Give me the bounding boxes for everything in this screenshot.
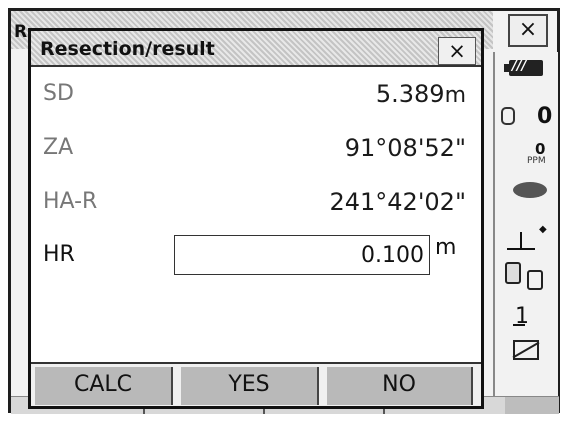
ha-r-value: 241°42'02" [329, 188, 466, 216]
dialog-close-button[interactable]: × [438, 37, 476, 65]
input-mode-indicator: 1 [515, 304, 529, 329]
battery-icon: /// [504, 59, 543, 76]
hr-label: HR [43, 242, 75, 267]
background-title-fragment: R [14, 22, 28, 42]
background-softkey-right[interactable] [505, 397, 559, 414]
prism-constant: 0 [537, 104, 553, 129]
ha-r-label: HA-R [43, 189, 98, 214]
tilt-icon: ◆ [507, 224, 547, 250]
softkey-bar: CALC YES NO [31, 362, 481, 406]
hr-input[interactable]: 0.100 [174, 235, 430, 275]
hr-row: HR 0.100 m [31, 231, 481, 275]
target-icon [513, 182, 547, 198]
za-row: ZA 91°08'52" [31, 127, 481, 171]
dialog-title-bar: Resection/result × [31, 31, 481, 67]
dialog-title: Resection/result [40, 38, 215, 60]
ppm-label: PPM [527, 156, 546, 166]
resection-result-dialog: Resection/result × SD 5.389m ZA 91°08'52… [28, 28, 484, 409]
communication-icon [505, 262, 549, 292]
sd-row: SD 5.389m [31, 73, 481, 117]
background-close-button[interactable]: × [508, 14, 548, 47]
calc-button[interactable]: CALC [35, 367, 173, 405]
za-value: 91°08'52" [344, 134, 466, 162]
ha-r-row: HA-R 241°42'02" [31, 181, 481, 225]
status-sidebar: /// 0 0 PPM ◆ 1 [493, 52, 558, 397]
sd-value: 5.389m [375, 80, 466, 108]
no-button[interactable]: NO [327, 367, 473, 405]
za-label: ZA [43, 135, 74, 160]
hr-unit: m [435, 235, 457, 260]
sd-unit: m [444, 83, 466, 108]
memory-icon [512, 340, 540, 360]
sd-label: SD [43, 81, 74, 106]
prism-icon [501, 107, 515, 125]
yes-button[interactable]: YES [181, 367, 319, 405]
battery-level: /// [512, 59, 527, 74]
instrument-screen: R × /// 0 0 PPM ◆ 1 Resection/result × S… [0, 0, 568, 421]
